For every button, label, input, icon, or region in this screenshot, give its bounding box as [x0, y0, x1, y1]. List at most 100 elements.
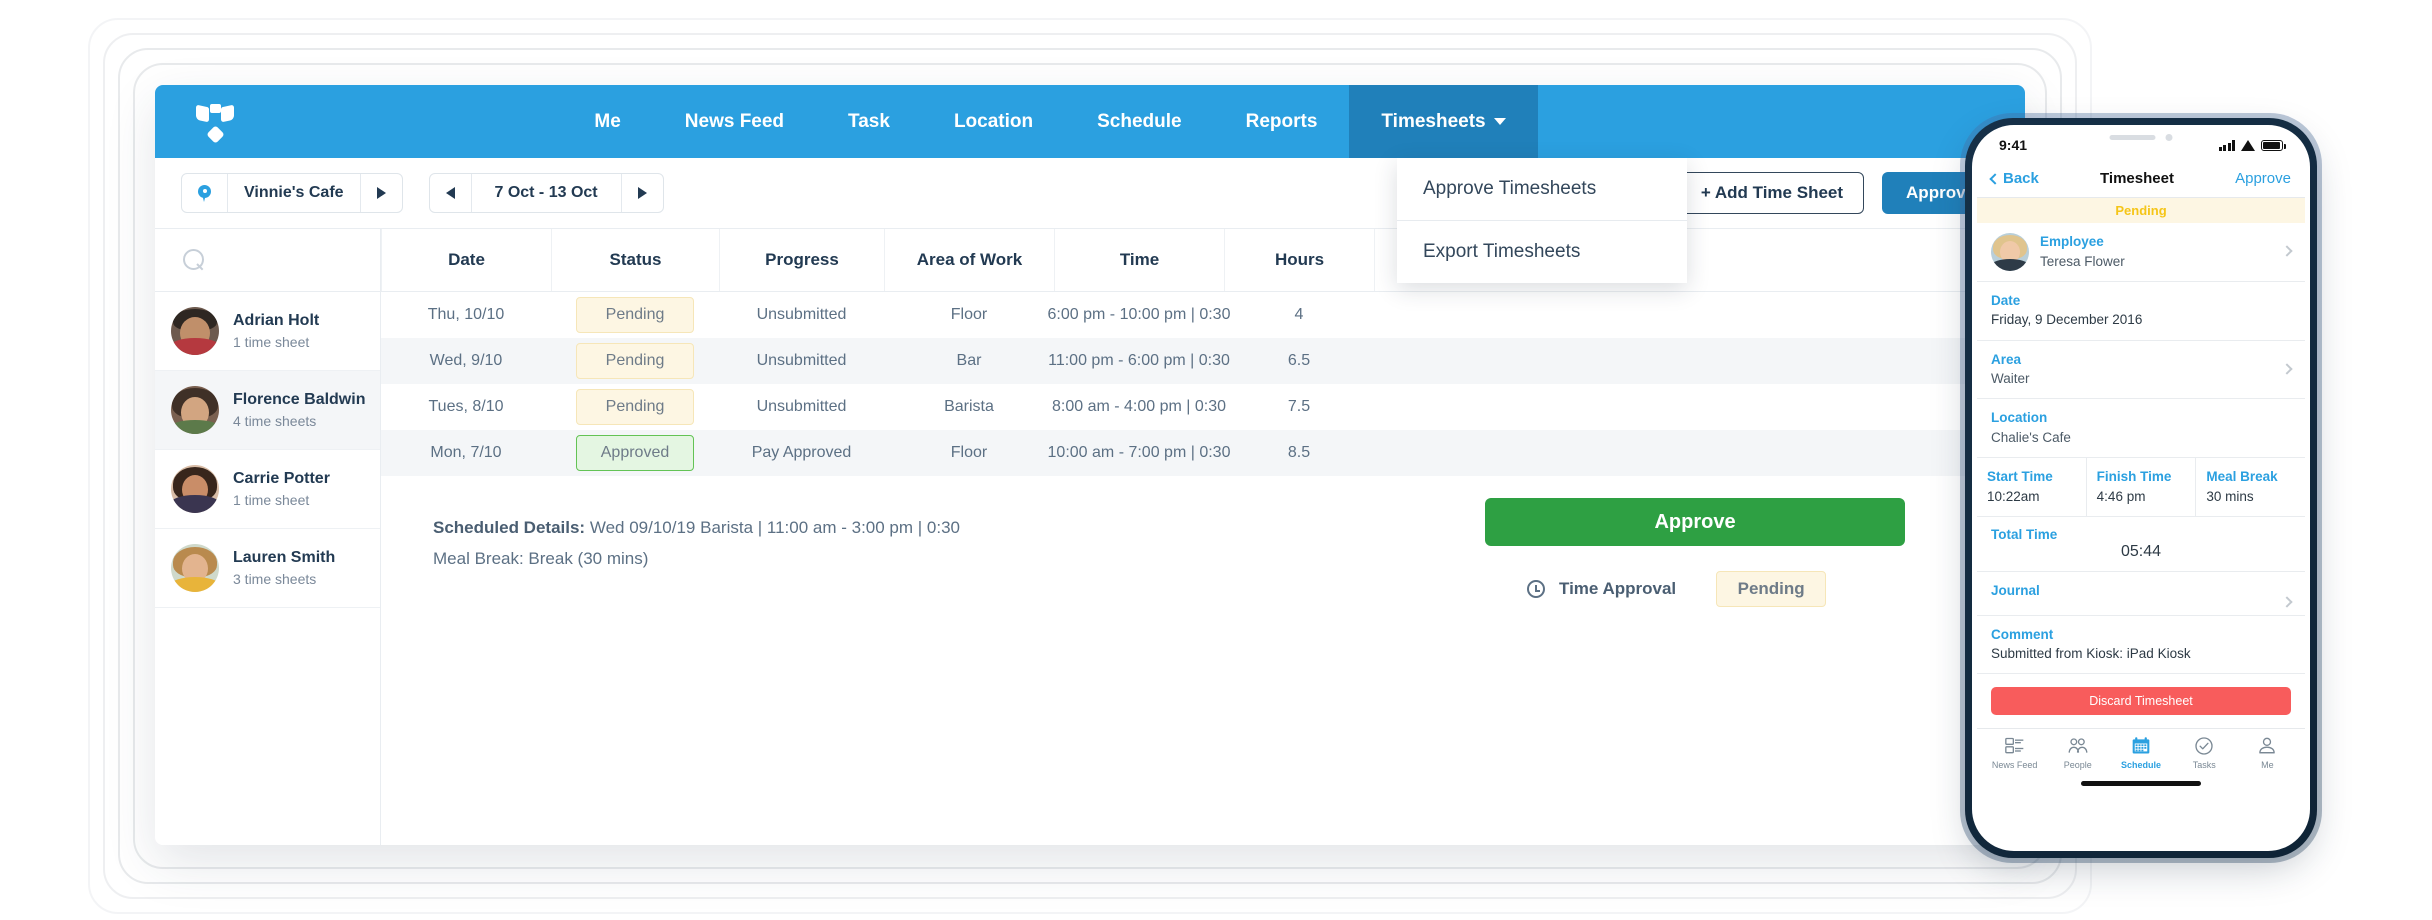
- add-time-sheet-button[interactable]: + Add Time Sheet: [1679, 172, 1865, 214]
- timesheet-table: Date Status Progress Area of Work Time H…: [381, 229, 2025, 845]
- date-range-segment[interactable]: 7 Oct - 13 Oct: [470, 174, 621, 212]
- location-label: Vinnie's Cafe: [244, 184, 344, 201]
- scheduled-details-value: Wed 09/10/19 Barista | 11:00 am - 3:00 p…: [589, 518, 960, 537]
- phone-date-label: Date: [1991, 292, 2021, 308]
- date-range-selector[interactable]: 7 Oct - 13 Oct: [428, 173, 664, 213]
- employee-name: Lauren Smith: [233, 549, 336, 567]
- phone-employee-row[interactable]: Employee Teresa Flower: [1977, 223, 2305, 282]
- tab-news-feed[interactable]: News Feed: [1983, 736, 2046, 770]
- calendar-icon: [2131, 736, 2151, 756]
- time-approval-label: Time Approval: [1559, 579, 1677, 598]
- employee-list-item[interactable]: Adrian Holt 1 time sheet: [155, 292, 380, 371]
- tab-schedule[interactable]: Schedule: [2109, 736, 2172, 770]
- phone-journal-label: Journal: [1991, 582, 2040, 598]
- timesheet-details-footer: Scheduled Details: Wed 09/10/19 Barista …: [381, 476, 2025, 845]
- phone-meal-break-label: Meal Break: [2206, 469, 2278, 485]
- discard-timesheet-button[interactable]: Discard Timesheet: [1991, 687, 2291, 716]
- phone-meal-break[interactable]: Meal Break 30 mins: [2195, 458, 2305, 517]
- nav-item-me[interactable]: Me: [562, 85, 652, 158]
- table-row[interactable]: Tues, 8/10 Pending Unsubmitted Barista 8…: [381, 384, 2025, 430]
- cell-hours: 8.5: [1287, 444, 1311, 461]
- phone-start-time[interactable]: Start Time 10:22am: [1977, 458, 2086, 516]
- employee-name: Adrian Holt: [233, 312, 320, 330]
- table-row[interactable]: Thu, 10/10 Pending Unsubmitted Floor 6:0…: [381, 292, 2025, 338]
- location-name-segment[interactable]: Vinnie's Cafe: [227, 174, 360, 212]
- column-header-hours[interactable]: Hours: [1224, 229, 1374, 291]
- phone-clock: 9:41: [1999, 137, 2028, 153]
- nav-item-reports[interactable]: Reports: [1214, 85, 1350, 158]
- nav-item-timesheets[interactable]: Timesheets: [1349, 85, 1538, 158]
- column-header-area-of-work[interactable]: Area of Work: [884, 229, 1054, 291]
- cell-status[interactable]: Pending: [551, 389, 719, 425]
- location-selector[interactable]: Vinnie's Cafe: [181, 173, 403, 213]
- location-next-button[interactable]: [359, 174, 402, 212]
- phone-date-value: Friday, 9 December 2016: [1991, 312, 2143, 328]
- phone-location-label: Location: [1991, 410, 2048, 426]
- mobile-app-mockup: 9:41 Back Timesheet Approve Pending Empl…: [1972, 125, 2310, 851]
- avatar: [171, 465, 219, 513]
- table-row[interactable]: Mon, 7/10 Approved Pay Approved Floor 10…: [381, 430, 2025, 476]
- tab-tasks[interactable]: Tasks: [2173, 736, 2236, 770]
- speaker-icon: [2109, 135, 2156, 140]
- employee-list-item[interactable]: Florence Baldwin 4 time sheets: [155, 371, 380, 450]
- phone-status-banner: Pending: [1977, 198, 2305, 223]
- employee-list-item[interactable]: Lauren Smith 3 time sheets: [155, 529, 380, 608]
- avatar: [171, 544, 219, 592]
- approve-button[interactable]: Approve: [1485, 498, 1905, 546]
- cell-status[interactable]: Pending: [551, 297, 719, 333]
- phone-date-row: Date Friday, 9 December 2016: [1977, 282, 2305, 341]
- cell-area-of-work: Barista: [944, 398, 994, 415]
- phone-notch: [2109, 134, 2173, 141]
- menu-item-approve-timesheets[interactable]: Approve Timesheets: [1397, 158, 1687, 220]
- phone-tab-bar: News Feed People Schedule Tasks Me: [1977, 728, 2305, 774]
- date-next-button[interactable]: [620, 174, 663, 212]
- chevron-left-icon: [1989, 172, 2001, 185]
- nav-item-news-feed[interactable]: News Feed: [653, 85, 816, 158]
- nav-items: Me News Feed Task Location Schedule Repo…: [275, 85, 1825, 158]
- status-badge: Approved: [576, 435, 694, 471]
- search-icon: [183, 249, 205, 271]
- back-button[interactable]: Back: [1989, 170, 2039, 187]
- cell-status[interactable]: Pending: [551, 343, 719, 379]
- employee-name: Carrie Potter: [233, 470, 330, 488]
- cell-hours: 4: [1294, 306, 1304, 323]
- phone-approve-button[interactable]: Approve: [2235, 170, 2291, 187]
- phone-area-label: Area: [1991, 351, 2022, 367]
- phone-times-row: Start Time 10:22am Finish Time 4:46 pm M…: [1977, 458, 2305, 518]
- employee-sheet-count: 1 time sheet: [233, 491, 310, 508]
- phone-employee-name: Teresa Flower: [2040, 253, 2125, 269]
- nav-item-schedule[interactable]: Schedule: [1065, 85, 1213, 158]
- home-indicator: [2081, 781, 2201, 787]
- date-prev-button[interactable]: [430, 174, 471, 212]
- tab-label: Me: [2261, 760, 2274, 771]
- tab-me[interactable]: Me: [2236, 736, 2299, 770]
- phone-employee-label: Employee: [2040, 234, 2104, 249]
- cell-date: Wed, 9/10: [429, 352, 503, 369]
- tab-people[interactable]: People: [2046, 736, 2109, 770]
- nav-item-location[interactable]: Location: [922, 85, 1065, 158]
- column-header-status[interactable]: Status: [551, 229, 719, 291]
- phone-finish-time[interactable]: Finish Time 4:46 pm: [2085, 458, 2196, 517]
- clock-icon: [1527, 580, 1545, 598]
- column-header-progress[interactable]: Progress: [719, 229, 884, 291]
- employee-search[interactable]: [155, 229, 380, 292]
- column-header-time[interactable]: Time: [1054, 229, 1224, 291]
- phone-start-time-label: Start Time: [1987, 469, 2053, 485]
- app-logo[interactable]: [155, 102, 275, 144]
- cell-status[interactable]: Approved: [551, 435, 719, 471]
- cell-time: 6:00 pm - 10:00 pm | 0:30: [1047, 306, 1231, 323]
- employee-list-item[interactable]: Carrie Potter 1 time sheet: [155, 450, 380, 529]
- phone-page-title: Timesheet: [2100, 170, 2174, 187]
- phone-area-row[interactable]: Area Waiter: [1977, 341, 2305, 400]
- nav-item-task[interactable]: Task: [816, 85, 922, 158]
- column-header-date[interactable]: Date: [381, 229, 551, 291]
- tab-label: People: [2063, 760, 2092, 771]
- phone-journal-row[interactable]: Journal: [1977, 572, 2305, 616]
- employee-sheet-count: 3 time sheets: [233, 570, 317, 587]
- phone-meal-break-value: 30 mins: [2206, 488, 2254, 504]
- employee-list-panel: Adrian Holt 1 time sheet Florence Baldwi…: [155, 229, 381, 845]
- employee-sheet-count: 1 time sheet: [233, 333, 310, 350]
- menu-item-export-timesheets[interactable]: Export Timesheets: [1397, 220, 1687, 283]
- cell-area-of-work: Floor: [950, 306, 988, 323]
- table-row[interactable]: Wed, 9/10 Pending Unsubmitted Bar 11:00 …: [381, 338, 2025, 384]
